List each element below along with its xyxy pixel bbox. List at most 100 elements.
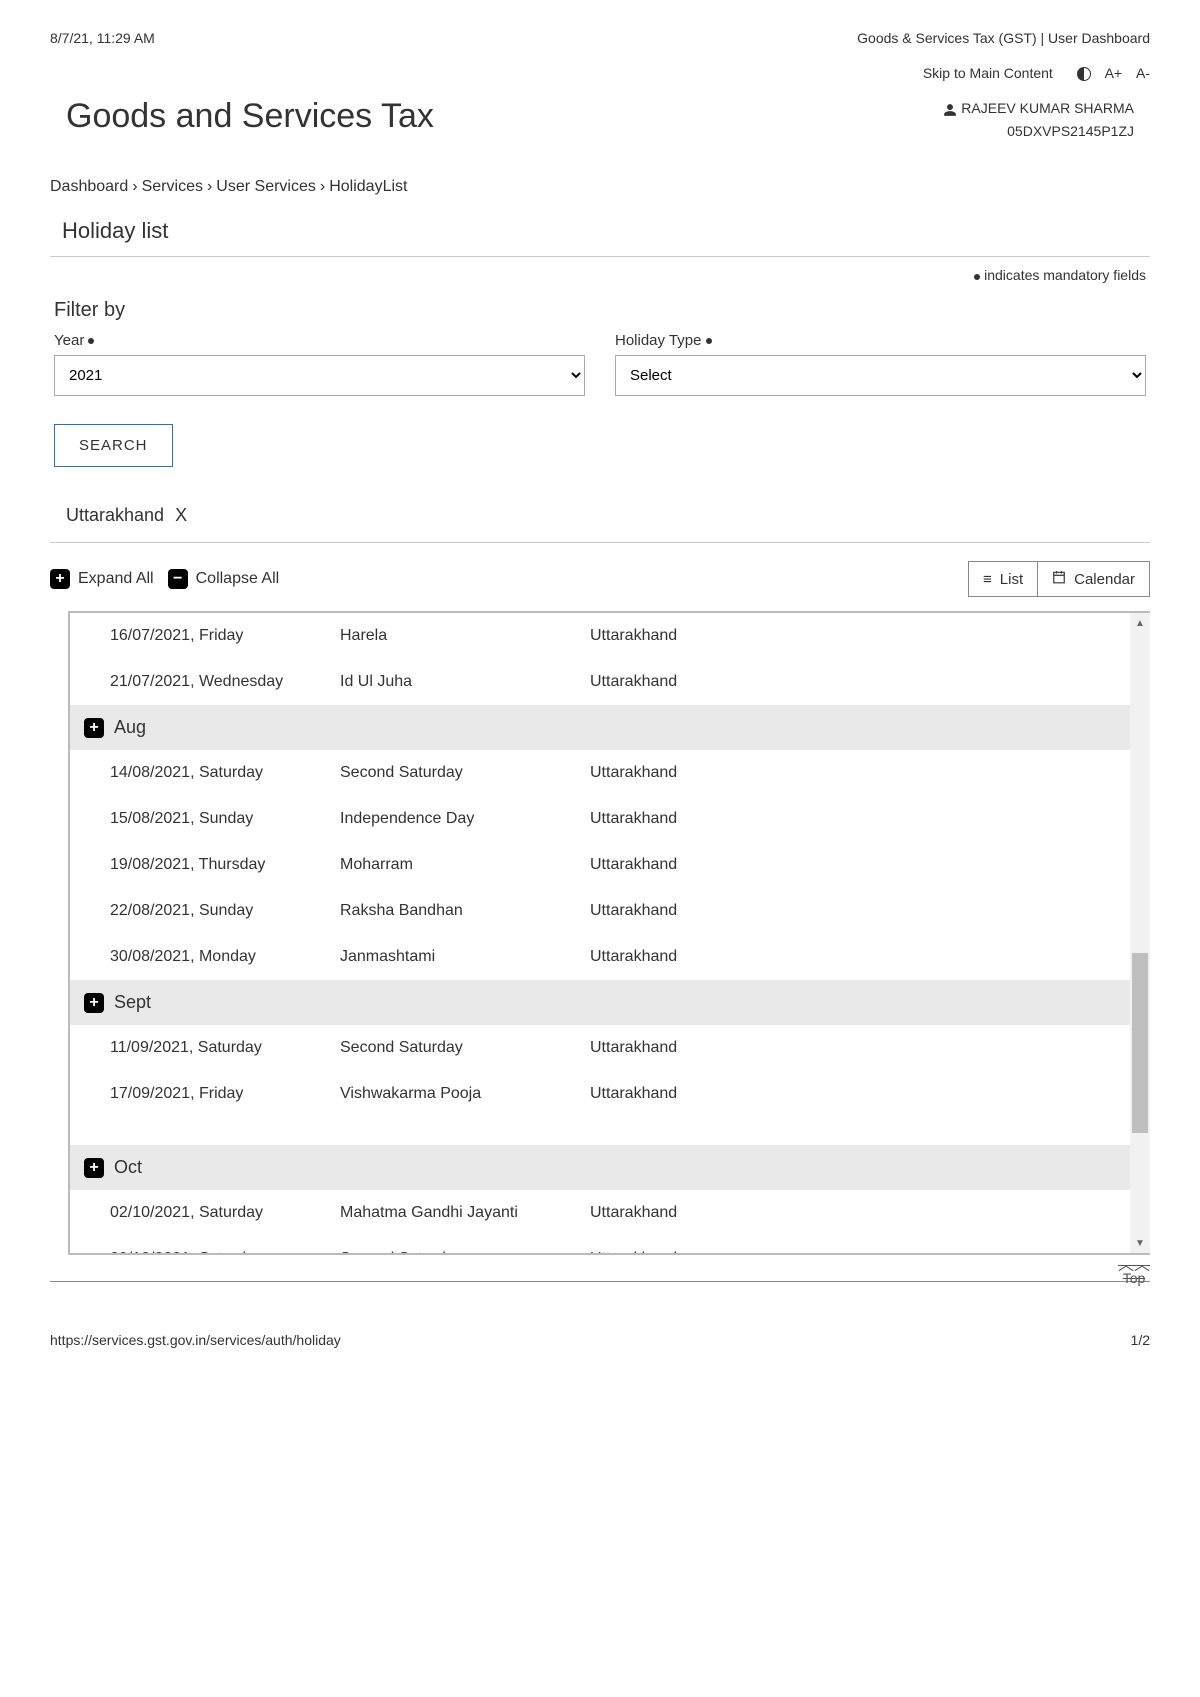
holiday-row: 02/10/2021, SaturdayMahatma Gandhi Jayan… — [70, 1190, 1130, 1236]
mandatory-dot-icon — [974, 274, 980, 280]
holiday-date: 30/08/2021, Monday — [110, 948, 340, 966]
plus-icon: + — [84, 718, 104, 738]
holiday-type-label: Holiday Type — [615, 332, 1146, 349]
chevron-right-icon: › — [207, 178, 212, 195]
month-label: Sept — [114, 992, 151, 1013]
holiday-date: 14/08/2021, Saturday — [110, 764, 340, 782]
holiday-date: 02/10/2021, Saturday — [110, 1204, 340, 1222]
holiday-row: 09/10/2021, SaturdaySecond SaturdayUttar… — [70, 1236, 1130, 1253]
month-label: Oct — [114, 1157, 142, 1178]
breadcrumb: Dashboard›Services›User Services›Holiday… — [50, 178, 1150, 196]
holiday-row: 22/08/2021, SundayRaksha BandhanUttarakh… — [70, 888, 1130, 934]
mandatory-note: indicates mandatory fields — [50, 257, 1150, 299]
search-button[interactable]: SEARCH — [54, 424, 173, 467]
user-id: 05DXVPS2145P1ZJ — [943, 120, 1134, 142]
chevron-right-icon: › — [320, 178, 325, 195]
month-label: Aug — [114, 717, 146, 738]
year-label: Year — [54, 332, 585, 349]
scroll-down-icon[interactable]: ▼ — [1130, 1233, 1150, 1253]
print-footer: https://services.gst.gov.in/services/aut… — [50, 1332, 1150, 1348]
print-header: 8/7/21, 11:29 AM Goods & Services Tax (G… — [50, 30, 1150, 46]
breadcrumb-item[interactable]: Services — [142, 178, 203, 195]
holiday-row: 14/08/2021, SaturdaySecond SaturdayUttar… — [70, 750, 1130, 796]
holiday-state: Uttarakhand — [590, 1250, 1110, 1253]
holiday-name: Second Saturday — [340, 1039, 590, 1057]
holiday-name: Vishwakarma Pooja — [340, 1085, 590, 1103]
calendar-icon — [1052, 570, 1066, 588]
chevron-up-icon: ︿︿ — [1118, 1262, 1150, 1270]
holiday-name: Janmashtami — [340, 948, 590, 966]
back-to-top-button[interactable]: ︿︿ Top — [1118, 1262, 1150, 1286]
chevron-right-icon: › — [132, 178, 137, 195]
contrast-icon[interactable] — [1067, 65, 1091, 81]
holiday-date: 16/07/2021, Friday — [110, 627, 340, 645]
expand-all-button[interactable]: + Expand All — [50, 569, 154, 589]
page-heading: Holiday list — [50, 210, 1150, 257]
user-name: RAJEEV KUMAR SHARMA — [961, 100, 1134, 116]
filter-tag-close[interactable]: X — [175, 505, 187, 525]
breadcrumb-item[interactable]: User Services — [216, 178, 316, 195]
holiday-row: 19/08/2021, ThursdayMoharramUttarakhand — [70, 842, 1130, 888]
holiday-list: 16/07/2021, FridayHarelaUttarakhand21/07… — [68, 611, 1150, 1255]
holiday-date: 21/07/2021, Wednesday — [110, 673, 340, 691]
holiday-date: 22/08/2021, Sunday — [110, 902, 340, 920]
filter-tag-label: Uttarakhand — [66, 505, 164, 525]
list-icon: ≡ — [983, 571, 992, 588]
accessibility-bar: Skip to Main Content A+ A- — [50, 64, 1150, 81]
holiday-date: 17/09/2021, Friday — [110, 1085, 340, 1103]
scroll-thumb[interactable] — [1132, 953, 1148, 1133]
holiday-state: Uttarakhand — [590, 1039, 1110, 1057]
holiday-date: 19/08/2021, Thursday — [110, 856, 340, 874]
holiday-state: Uttarakhand — [590, 810, 1110, 828]
holiday-name: Harela — [340, 627, 590, 645]
holiday-date: 15/08/2021, Sunday — [110, 810, 340, 828]
print-url: https://services.gst.gov.in/services/aut… — [50, 1332, 341, 1348]
font-increase-button[interactable]: A+ — [1105, 65, 1123, 81]
holiday-state: Uttarakhand — [590, 1085, 1110, 1103]
scroll-up-icon[interactable]: ▲ — [1130, 613, 1150, 633]
view-toggle: ≡ List Calendar — [968, 561, 1150, 597]
month-header[interactable]: + Sept — [70, 980, 1130, 1025]
holiday-row: 21/07/2021, WednesdayId Ul JuhaUttarakha… — [70, 659, 1130, 705]
font-decrease-button[interactable]: A- — [1136, 65, 1150, 81]
print-title: Goods & Services Tax (GST) | User Dashbo… — [857, 30, 1150, 46]
holiday-row: 16/07/2021, FridayHarelaUttarakhand — [70, 613, 1130, 659]
filter-tag: Uttarakhand X — [50, 477, 1150, 543]
year-select[interactable]: 2021 — [54, 355, 585, 396]
holiday-date: 11/09/2021, Saturday — [110, 1039, 340, 1057]
holiday-name: Second Saturday — [340, 764, 590, 782]
plus-icon: + — [84, 1158, 104, 1178]
holiday-row: 17/09/2021, FridayVishwakarma PoojaUttar… — [70, 1071, 1130, 1117]
holiday-name: Independence Day — [340, 810, 590, 828]
plus-icon: + — [84, 993, 104, 1013]
mandatory-dot-icon — [88, 338, 94, 344]
site-title: Goods and Services Tax — [66, 97, 434, 136]
user-block: RAJEEV KUMAR SHARMA 05DXVPS2145P1ZJ — [943, 97, 1134, 142]
holiday-state: Uttarakhand — [590, 948, 1110, 966]
holiday-state: Uttarakhand — [590, 764, 1110, 782]
holiday-row: 11/09/2021, SaturdaySecond SaturdayUttar… — [70, 1025, 1130, 1071]
holiday-date: 09/10/2021, Saturday — [110, 1250, 340, 1253]
holiday-name: Mahatma Gandhi Jayanti — [340, 1204, 590, 1222]
holiday-state: Uttarakhand — [590, 856, 1110, 874]
minus-icon: − — [168, 569, 188, 589]
holiday-name: Moharram — [340, 856, 590, 874]
list-view-button[interactable]: ≡ List — [969, 562, 1037, 596]
holiday-state: Uttarakhand — [590, 1204, 1110, 1222]
breadcrumb-item[interactable]: Dashboard — [50, 178, 128, 195]
holiday-name: Raksha Bandhan — [340, 902, 590, 920]
holiday-type-select[interactable]: Select — [615, 355, 1146, 396]
print-pagenum: 1/2 — [1131, 1332, 1150, 1348]
calendar-view-button[interactable]: Calendar — [1037, 562, 1149, 596]
skip-link[interactable]: Skip to Main Content — [923, 65, 1053, 81]
holiday-name: Second Saturday — [340, 1250, 590, 1253]
collapse-all-button[interactable]: − Collapse All — [168, 569, 280, 589]
month-header[interactable]: + Oct — [70, 1145, 1130, 1190]
plus-icon: + — [50, 569, 70, 589]
holiday-state: Uttarakhand — [590, 902, 1110, 920]
scrollbar[interactable]: ▲ ▼ — [1130, 613, 1150, 1253]
breadcrumb-item: HolidayList — [329, 178, 407, 195]
filter-title: Filter by — [50, 299, 1150, 322]
user-icon — [943, 103, 957, 117]
month-header[interactable]: + Aug — [70, 705, 1130, 750]
